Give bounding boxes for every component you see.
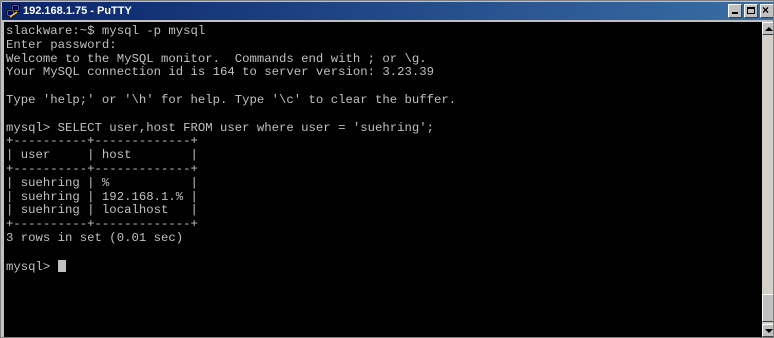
- terminal-lines: slackware:~$ mysql -p mysql Enter passwo…: [6, 24, 456, 245]
- window-title: 192.168.1.75 - PuTTY: [23, 5, 132, 17]
- close-icon: ×: [762, 3, 770, 17]
- maximize-button[interactable]: [744, 4, 758, 18]
- scroll-up-arrow-icon: [765, 27, 773, 31]
- maximize-icon: [747, 7, 755, 14]
- terminal-screen[interactable]: slackware:~$ mysql -p mysql Enter passwo…: [4, 22, 762, 337]
- scroll-down-arrow-icon: [765, 329, 773, 333]
- terminal-line: | suehring | localhost |: [6, 203, 198, 218]
- vertical-scrollbar[interactable]: [762, 22, 773, 337]
- title-bar[interactable]: 192.168.1.75 - PuTTY ×: [2, 2, 773, 20]
- close-button[interactable]: ×: [760, 3, 773, 18]
- terminal-line: | suehring | 192.168.1.% |: [6, 189, 198, 204]
- minimize-icon: [732, 12, 738, 14]
- terminal-line: | suehring | % |: [6, 175, 198, 190]
- terminal-line: Enter password:: [6, 37, 117, 52]
- terminal-line: +----------+-------------+: [6, 217, 198, 232]
- terminal-line: +----------+-------------+: [6, 161, 198, 176]
- terminal-cursor: [57, 259, 66, 272]
- terminal-line: slackware:~$ mysql -p mysql: [6, 24, 206, 38]
- scroll-up-button[interactable]: [762, 22, 773, 35]
- terminal-line: Your MySQL connection id is 164 to serve…: [6, 65, 435, 80]
- scrollbar-thumb[interactable]: [762, 294, 773, 322]
- terminal-line: | user | host |: [6, 148, 198, 163]
- putty-icon: [6, 4, 20, 18]
- terminal-line: 3 rows in set (0.01 sec): [6, 230, 184, 245]
- terminal-output: slackware:~$ mysql -p mysql Enter passwo…: [4, 22, 762, 274]
- putty-window: 192.168.1.75 - PuTTY × slackware:~$ mysq…: [0, 0, 774, 338]
- mysql-prompt: mysql>: [6, 259, 58, 274]
- scroll-down-button[interactable]: [762, 324, 773, 337]
- window-controls: ×: [728, 3, 773, 18]
- terminal-line: mysql> SELECT user,host FROM user where …: [6, 120, 435, 135]
- minimize-button[interactable]: [728, 4, 742, 18]
- terminal-line: +----------+-------------+: [6, 134, 198, 149]
- terminal-line: Type 'help;' or '\h' for help. Type '\c'…: [6, 92, 457, 107]
- terminal-line: Welcome to the MySQL monitor. Commands e…: [6, 51, 427, 66]
